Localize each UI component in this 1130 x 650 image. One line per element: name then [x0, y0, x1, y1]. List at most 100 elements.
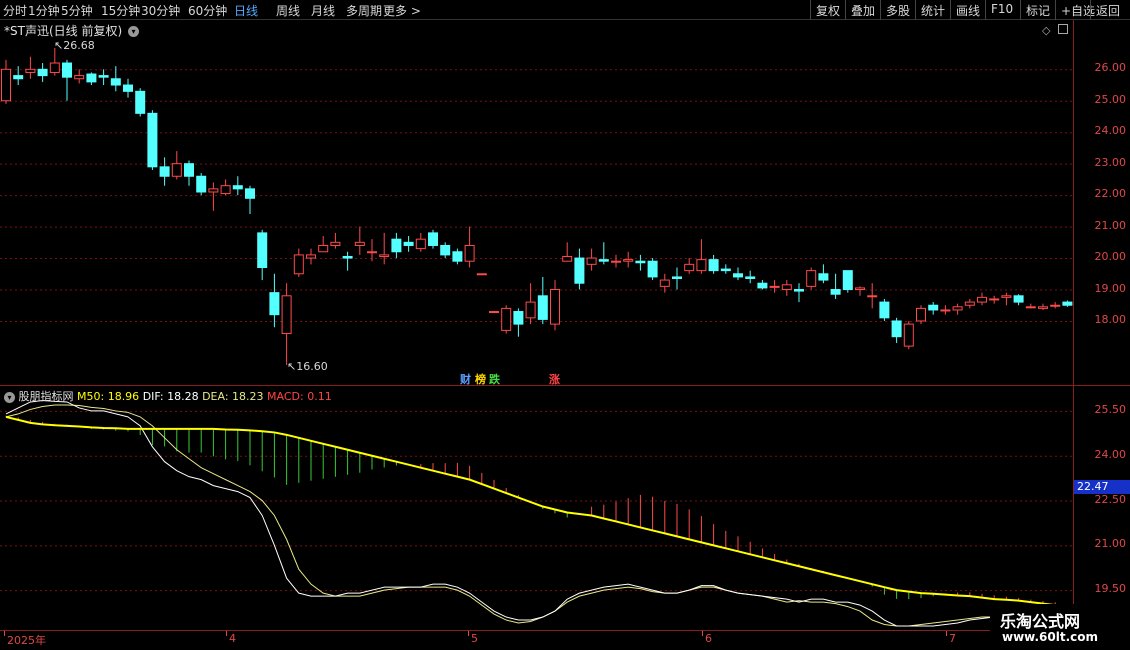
candle-up — [489, 311, 499, 314]
candle-up — [916, 307, 926, 322]
candle-up — [208, 188, 219, 193]
indicator-axis: 25.50 24.00 22.50 21.00 19.50 22.47 — [1073, 386, 1130, 630]
candle-down — [647, 260, 658, 278]
toolbar-button-4[interactable]: 画线 — [950, 0, 985, 20]
price-tick-label: 22.00 — [1094, 187, 1127, 201]
candle-down — [574, 257, 585, 284]
date-tick — [468, 631, 469, 636]
candle-down — [672, 276, 682, 279]
expand-diamond-icon[interactable]: ◇ — [1042, 24, 1050, 37]
candle-down — [818, 273, 829, 281]
candle-down — [257, 232, 268, 268]
candle-up — [293, 254, 304, 275]
date-tick-label: 2025年 — [7, 634, 46, 647]
timeframe-5[interactable]: 60分钟 — [188, 2, 227, 19]
timeframe-2[interactable]: 5分钟 — [61, 2, 93, 19]
low-price-value: 16.60 — [296, 360, 328, 373]
candle-down — [135, 90, 146, 114]
candle-down — [123, 84, 133, 92]
candle-down — [184, 163, 194, 177]
toolbar-button-8[interactable]: 返回 — [1090, 0, 1125, 20]
candle-up — [989, 298, 1000, 301]
candle-down — [86, 73, 97, 83]
high-price-label: ↖26.68 — [54, 39, 95, 52]
candle-up — [525, 301, 536, 319]
timeframe-1[interactable]: 1分钟 — [28, 2, 60, 19]
candle-up — [684, 263, 695, 272]
indicator-name: 股朋指标网 — [18, 390, 74, 403]
chart-title-bar: *ST声迅(日线 前复权) ▾ — [4, 22, 139, 39]
candle-up — [1, 68, 11, 102]
candlestick-chart[interactable] — [0, 20, 1073, 385]
date-tick-label: 5 — [471, 632, 478, 645]
candle-up — [367, 251, 377, 254]
toolbar-button-3[interactable]: 统计 — [915, 0, 950, 20]
candle-up — [940, 309, 951, 312]
watermark: 乐淘公式网 www.60lt.com — [990, 604, 1130, 650]
candle-down — [159, 166, 170, 177]
candle-down — [733, 273, 743, 278]
timeframe-8[interactable]: 月线 — [311, 2, 335, 19]
candle-down — [745, 276, 756, 279]
indicator-chart[interactable] — [0, 386, 1073, 630]
high-price-value: 26.68 — [63, 39, 95, 52]
date-tick-label: 7 — [949, 632, 956, 645]
candle-up — [806, 270, 817, 287]
price-tick-label: 25.00 — [1094, 92, 1127, 106]
date-tick-label: 4 — [229, 632, 236, 645]
candle-up — [1001, 295, 1012, 298]
toolbar-button-5[interactable]: F10 — [985, 0, 1018, 20]
candle-down — [598, 259, 609, 262]
candle-up — [550, 289, 560, 325]
timeframe-9[interactable]: 多周期 — [346, 2, 382, 19]
candle-up — [379, 254, 390, 257]
date-axis: 2025年 4 5 6 7 — [0, 630, 1073, 650]
toolbar-button-2[interactable]: 多股 — [880, 0, 915, 20]
candle-up — [623, 259, 634, 262]
timeframe-7[interactable]: 周线 — [276, 2, 300, 19]
candle-up — [586, 257, 597, 265]
candle-up — [171, 163, 182, 177]
current-value-marker: 22.47 — [1074, 480, 1130, 494]
toolbar-button-1[interactable]: 叠加 — [845, 0, 880, 20]
toolbar-button-6[interactable]: 标记 — [1020, 0, 1055, 20]
candle-up — [903, 323, 914, 347]
panel-settings-icon[interactable] — [1058, 24, 1068, 34]
indicator-title-bar: ▾ 股朋指标网 M50: 18.96 DIF: 18.28 DEA: 18.23… — [4, 388, 332, 404]
indicator-tick-label: 24.00 — [1094, 447, 1127, 461]
arrow-left-icon: ↖ — [287, 360, 297, 373]
candle-down — [269, 292, 280, 316]
candle-up — [867, 295, 878, 298]
candle-up — [696, 259, 707, 272]
candle-up — [220, 185, 231, 195]
indicator-tick-label: 19.50 — [1094, 582, 1127, 596]
candle-down — [147, 112, 158, 168]
indicator-tick-label: 25.50 — [1094, 402, 1127, 416]
date-tick — [226, 631, 227, 636]
candle-up — [1025, 306, 1036, 309]
candle-down — [928, 304, 939, 311]
chevron-down-icon[interactable]: ▾ — [127, 26, 139, 37]
candle-up — [781, 284, 792, 291]
candle-down — [37, 68, 48, 77]
dif-line — [5, 399, 1068, 628]
watermark-title: 乐淘公式网 — [1000, 612, 1081, 631]
date-tick — [4, 631, 5, 636]
candle-down — [110, 78, 121, 86]
candle-up — [611, 260, 621, 263]
candle-down — [891, 320, 902, 338]
toolbar-button-0[interactable]: 复权 — [810, 0, 845, 20]
candle-up — [769, 285, 780, 288]
candle-down — [62, 62, 72, 78]
chevron-down-icon[interactable]: ▾ — [4, 391, 15, 403]
candle-down — [537, 295, 548, 320]
candle-up — [281, 295, 292, 335]
timeframe-6[interactable]: 日线 — [234, 2, 258, 19]
candle-down — [428, 232, 438, 246]
timeframe-0[interactable]: 分时 — [3, 2, 27, 19]
timeframe-4[interactable]: 30分钟 — [141, 2, 180, 19]
timeframe-3[interactable]: 15分钟 — [101, 2, 140, 19]
timeframe-10[interactable]: 更多 > — [383, 2, 421, 19]
candle-down — [757, 282, 768, 289]
candle-down — [13, 75, 24, 80]
